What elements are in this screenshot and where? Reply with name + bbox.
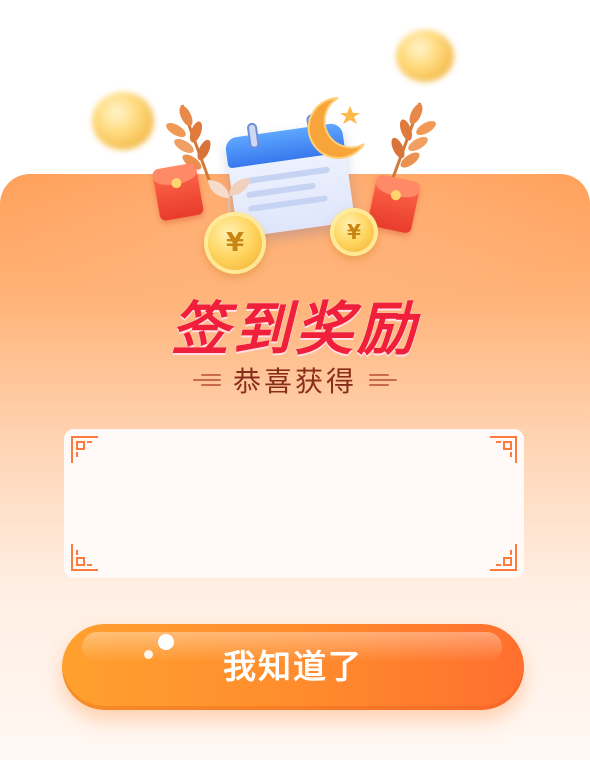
subtitle-left-ornament [192,374,221,386]
red-envelope-icon [151,162,205,222]
corner-ornament-icon [71,544,98,571]
gold-coin-icon: ¥ [204,212,266,274]
gold-coin-icon: ¥ [330,208,378,256]
moon-star-icon [307,97,365,159]
subtitle-right-ornament [369,374,397,386]
reward-content-box [64,429,524,578]
confirm-button[interactable]: 我知道了 [62,624,524,710]
corner-ornament-icon [490,544,517,571]
blurred-coin-icon [396,30,454,82]
blurred-coin-icon [92,92,154,150]
sign-in-reward-dialog: ¥ ¥ 签到奖励 恭喜获得 我知道了 [0,0,590,760]
corner-ornament-icon [71,436,98,463]
corner-ornament-icon [490,436,517,463]
dialog-subtitle: 恭喜获得 [232,365,357,398]
confirm-button-label: 我知道了 [223,647,363,686]
subtitle-row: 恭喜获得 [0,360,590,400]
dialog-title: 签到奖励 [170,295,419,363]
reward-illustration: ¥ ¥ [150,92,440,282]
